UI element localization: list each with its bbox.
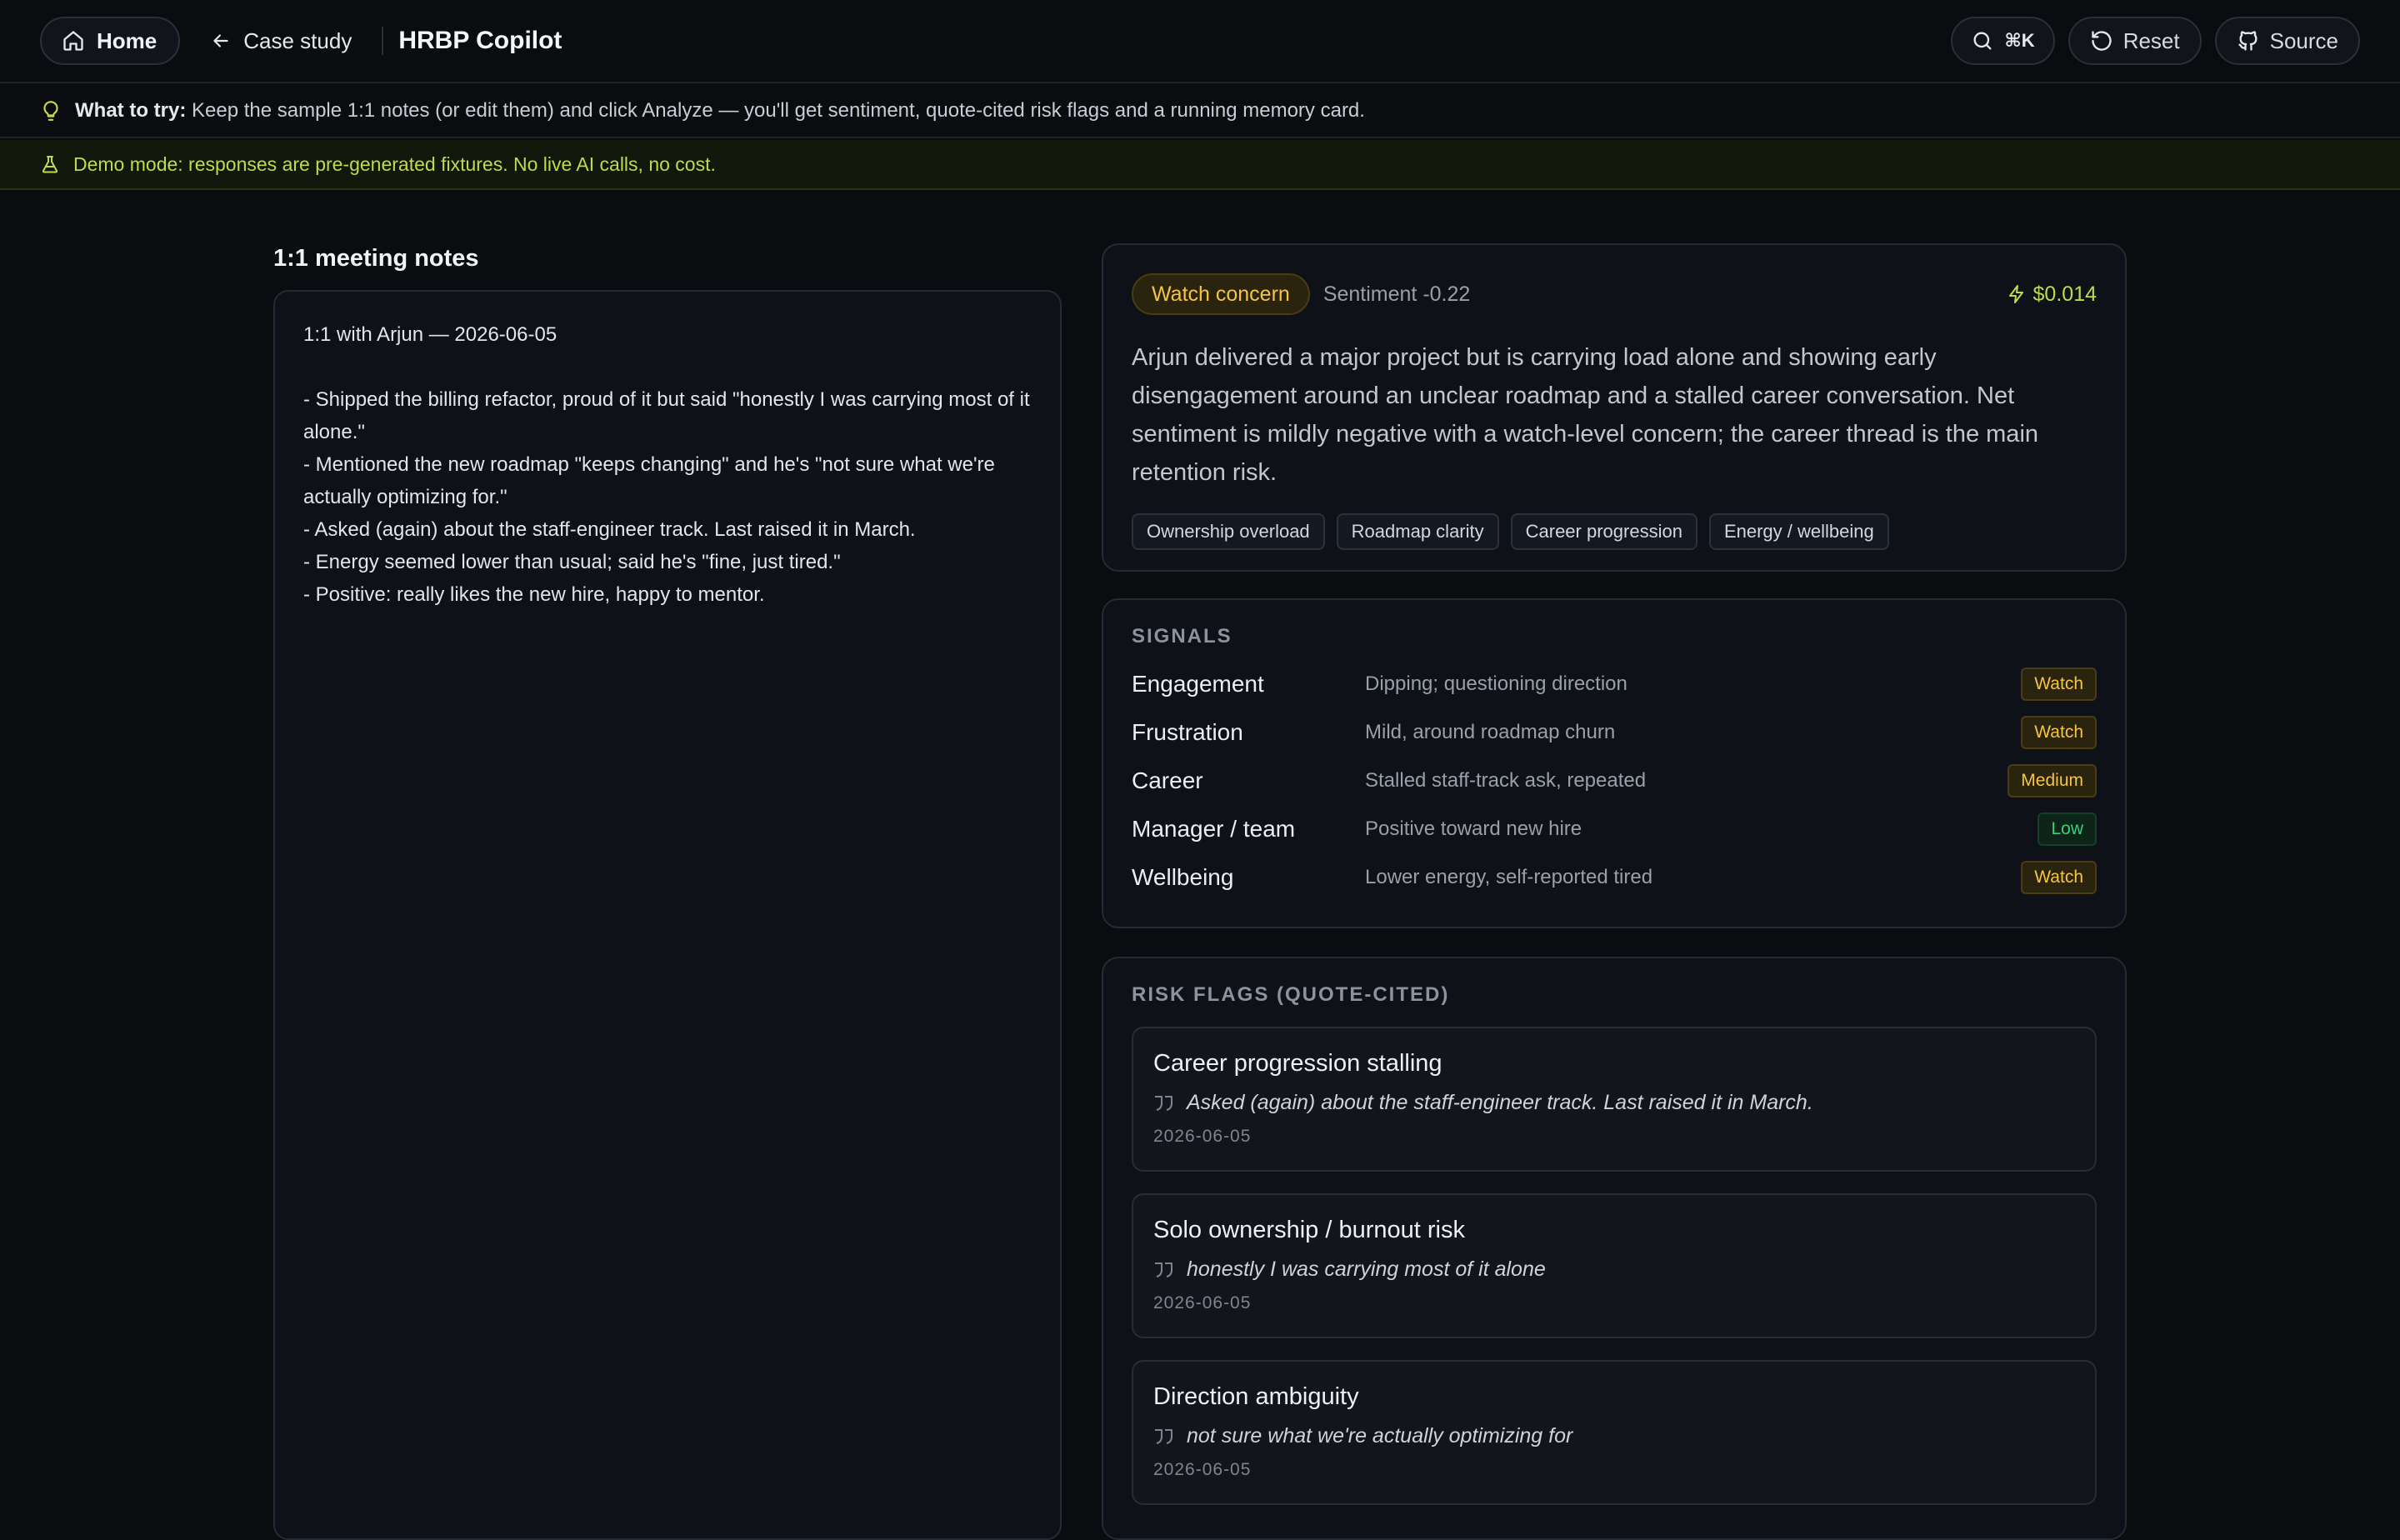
- quote-icon: [1153, 1427, 1175, 1447]
- signal-description: Stalled staff-track ask, repeated: [1365, 769, 1647, 792]
- lightbulb-icon: [40, 100, 62, 122]
- risk-title: Direction ambiguity: [1153, 1383, 1359, 1410]
- search-button[interactable]: ⌘K: [1951, 17, 2055, 65]
- signal-name: Career: [1132, 768, 1203, 793]
- signal-name: Frustration: [1132, 719, 1243, 745]
- theme-tag: Ownership overload: [1132, 513, 1325, 550]
- signal-row: Career Stalled staff-track ask, repeated…: [1132, 757, 2097, 805]
- signal-level-badge: Watch: [2021, 716, 2097, 749]
- summary-text: Arjun delivered a major project but is c…: [1132, 344, 2039, 486]
- risk-flags-card: RISK FLAGS (QUOTE-CITED) Career progress…: [1102, 957, 2127, 1540]
- signal-row: Engagement Dipping; questioning directio…: [1132, 660, 2097, 708]
- risk-title: Solo ownership / burnout risk: [1153, 1217, 1465, 1243]
- signal-description: Mild, around roadmap churn: [1365, 721, 1616, 743]
- notes-title: 1:1 meeting notes: [273, 245, 479, 272]
- case-study-label: Case study: [243, 28, 352, 53]
- demo-banner: Demo mode: responses are pre-generated f…: [0, 140, 2400, 190]
- app-title: HRBP Copilot: [398, 27, 562, 54]
- risk-date: 2026-06-05: [1153, 1460, 1252, 1479]
- signal-description: Lower energy, self-reported tired: [1365, 866, 1653, 888]
- signal-name: Manager / team: [1132, 816, 1296, 842]
- case-study-link[interactable]: Case study: [210, 28, 352, 54]
- tip-banner: What to try: Keep the sample 1:1 notes (…: [0, 85, 2400, 138]
- lightning-icon: [2007, 284, 2027, 304]
- summary-header: Watch concern Sentiment -0.22 $0.014: [1132, 273, 2097, 315]
- signals-card: SIGNALS Engagement Dipping; questioning …: [1102, 598, 2127, 928]
- reset-icon: [2090, 29, 2113, 52]
- sentiment-score: Sentiment -0.22: [1322, 282, 1471, 306]
- risk-date: 2026-06-05: [1153, 1127, 1252, 1146]
- flask-icon: [40, 154, 60, 174]
- summary-card: Watch concern Sentiment -0.22 $0.014 Arj…: [1102, 243, 2127, 572]
- search-icon: [1971, 29, 1994, 52]
- signal-name: Wellbeing: [1132, 864, 1234, 890]
- reset-button[interactable]: Reset: [2068, 17, 2202, 65]
- home-button[interactable]: Home: [40, 17, 181, 65]
- top-bar: Home Case study HRBP Copilot ⌘K Reset So…: [0, 0, 2400, 83]
- quote-text: honestly I was carrying most of it alone: [1187, 1258, 1546, 1281]
- theme-tags: Ownership overload Roadmap clarity Caree…: [1132, 513, 2097, 550]
- risk-flags-list: Career progression stalling Asked (again…: [1132, 1027, 2097, 1505]
- tip-text: What to try: Keep the sample 1:1 notes (…: [75, 99, 1365, 122]
- cost-value: $0.014: [2032, 282, 2097, 306]
- signal-row: Manager / team Positive toward new hire …: [1132, 805, 2097, 853]
- source-label: Source: [2269, 28, 2338, 53]
- risk-flag: Solo ownership / burnout risk honestly I…: [1132, 1193, 2097, 1338]
- risk-flag: Direction ambiguity not sure what we're …: [1132, 1360, 2097, 1505]
- risk-flag: Career progression stalling Asked (again…: [1132, 1027, 2097, 1172]
- cost-indicator: $0.014: [2007, 282, 2097, 307]
- notes-textarea[interactable]: 1:1 with Arjun — 2026-06-05 - Shipped th…: [273, 290, 1062, 1540]
- risk-quote: not sure what we're actually optimizing …: [1153, 1424, 2075, 1448]
- home-icon: [62, 29, 85, 52]
- quote-text: Asked (again) about the staff-engineer t…: [1187, 1091, 1813, 1114]
- search-shortcut: ⌘K: [2004, 30, 2035, 51]
- signal-description: Positive toward new hire: [1365, 818, 1582, 840]
- source-button[interactable]: Source: [2214, 17, 2360, 65]
- signal-level-badge: Medium: [2008, 764, 2097, 798]
- github-icon: [2237, 29, 2260, 52]
- reset-label: Reset: [2122, 28, 2180, 53]
- signal-level-badge: Low: [2038, 812, 2097, 846]
- tip-body: Keep the sample 1:1 notes (or edit them)…: [191, 99, 1365, 122]
- signal-level-badge: Watch: [2021, 668, 2097, 701]
- signal-name: Engagement: [1132, 671, 1264, 697]
- risk-date: 2026-06-05: [1153, 1293, 1252, 1312]
- risk-quote: Asked (again) about the staff-engineer t…: [1153, 1091, 2075, 1115]
- concern-badge: Watch concern: [1132, 273, 1310, 315]
- demo-text: Demo mode: responses are pre-generated f…: [73, 152, 716, 175]
- signal-level-badge: Watch: [2021, 861, 2097, 894]
- tip-prefix: What to try:: [75, 99, 187, 122]
- home-label: Home: [97, 28, 158, 53]
- quote-text: not sure what we're actually optimizing …: [1187, 1424, 1573, 1448]
- quote-icon: [1153, 1093, 1175, 1113]
- signal-row: Frustration Mild, around roadmap churn W…: [1132, 708, 2097, 757]
- arrow-left-icon: [210, 30, 232, 52]
- risk-flags-label: RISK FLAGS (QUOTE-CITED): [1132, 983, 1450, 1006]
- theme-tag: Energy / wellbeing: [1708, 513, 1889, 550]
- divider: [382, 27, 384, 55]
- signal-description: Dipping; questioning direction: [1365, 672, 1628, 695]
- signals-list: Engagement Dipping; questioning directio…: [1132, 660, 2097, 902]
- quote-icon: [1153, 1260, 1175, 1280]
- risk-title: Career progression stalling: [1153, 1050, 1442, 1077]
- theme-tag: Career progression: [1510, 513, 1698, 550]
- theme-tag: Roadmap clarity: [1336, 513, 1499, 550]
- signal-row: Wellbeing Lower energy, self-reported ti…: [1132, 853, 2097, 902]
- risk-quote: honestly I was carrying most of it alone: [1153, 1258, 2075, 1282]
- signals-label: SIGNALS: [1132, 625, 1232, 648]
